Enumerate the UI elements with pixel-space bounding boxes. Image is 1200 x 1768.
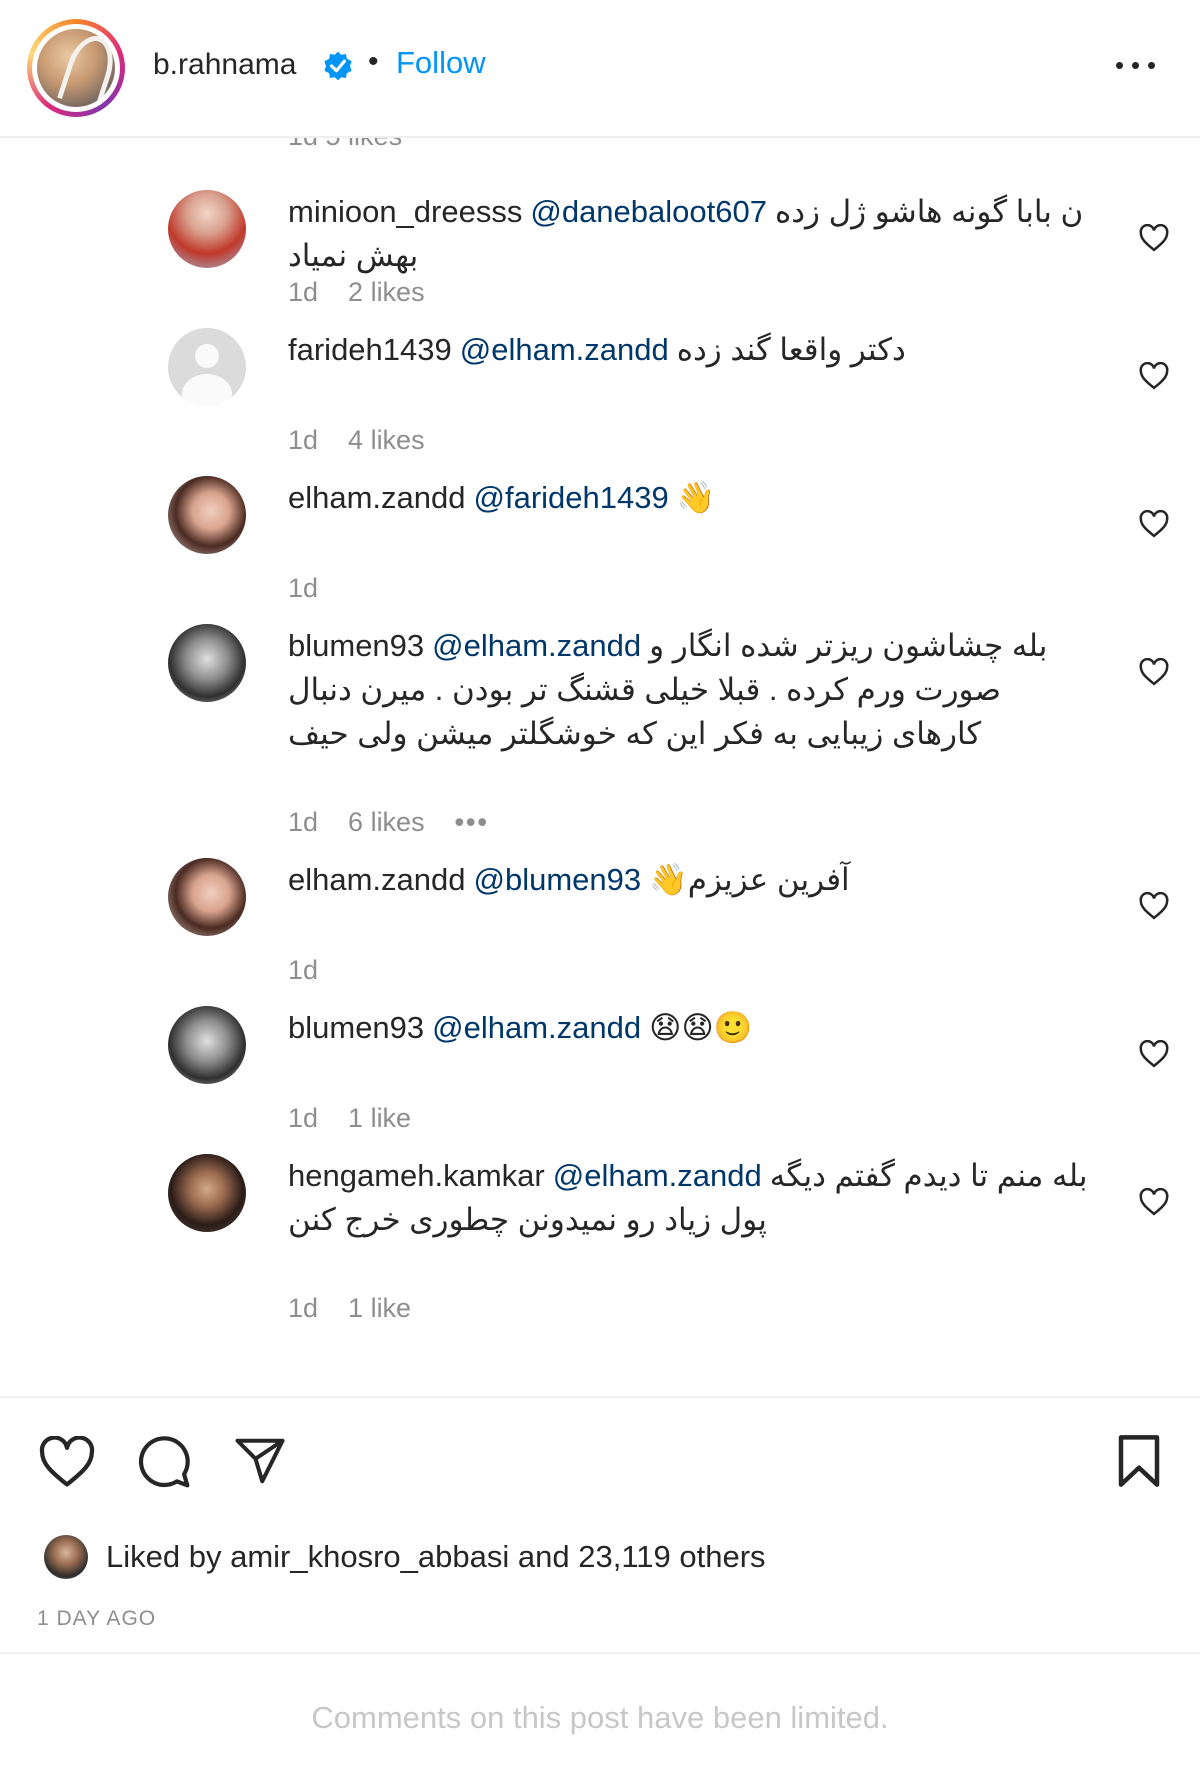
comment-likes[interactable]: 6 likes (348, 807, 425, 837)
comment-time: 1d (288, 425, 319, 455)
comment-body: elham.zandd @blumen93 آفرین عزیزم👋 (288, 858, 1098, 902)
comment-username[interactable]: blumen93 (288, 628, 424, 663)
comment-time: 1d (288, 277, 319, 307)
comment-avatar[interactable] (168, 190, 246, 268)
comment-body: hengameh.kamkar @elham.zandd بله منم تا دی… (288, 1154, 1098, 1242)
comment-meta: 1d 4 likes (288, 424, 455, 456)
comment-mention[interactable]: @elham.zandd (432, 1010, 641, 1045)
comment-mention[interactable]: @elham.zandd (553, 1158, 762, 1193)
more-dot (1132, 62, 1139, 69)
comment-username[interactable]: elham.zandd (288, 862, 466, 897)
comment-avatar[interactable] (168, 328, 246, 406)
profile-avatar[interactable] (27, 19, 125, 117)
comment-text: 👋 (676, 480, 716, 515)
liked-by-connector: and (517, 1539, 570, 1574)
comment-body: farideh1439 @elham.zandd دکتر واقعا گند زد… (288, 328, 1098, 372)
comment-body: elham.zandd @farideh1439 👋 (288, 476, 1098, 520)
divider (0, 1396, 1200, 1398)
heart-icon[interactable] (38, 1436, 96, 1488)
clipped-comment-meta: 1d 5 likes (288, 138, 402, 152)
comment-meta: 1d 1 like (288, 1102, 441, 1134)
bookmark-icon[interactable] (1115, 1434, 1163, 1488)
comments-limited-notice: Comments on this post have been limited. (311, 1700, 889, 1735)
more-dot (1148, 62, 1155, 69)
comment-text: 😧😧🙂 (649, 1010, 753, 1045)
more-dot (1116, 62, 1123, 69)
comment-bubble-icon[interactable] (136, 1434, 192, 1490)
more-options-icon[interactable] (1112, 58, 1158, 74)
comment-avatar[interactable] (168, 858, 246, 936)
comment-body: minioon_dreesss @danebaloot607 ن بابا گونه… (288, 190, 1098, 278)
comment-mention[interactable]: @blumen93 (474, 862, 642, 897)
post-header: b.rahnama • Follow (0, 0, 1200, 138)
comment-time: 1d (288, 1103, 319, 1133)
follow-button[interactable]: Follow (396, 44, 486, 82)
comment-likes[interactable]: 2 likes (348, 277, 425, 307)
comment-avatar[interactable] (168, 1006, 246, 1084)
comment-username[interactable]: hengameh.kamkar (288, 1158, 545, 1193)
comment-likes[interactable]: 4 likes (348, 425, 425, 455)
comment-item: farideh1439 @elham.zandd دکتر واقعا گند زد… (0, 328, 1200, 406)
comment-time: 1d (288, 573, 319, 603)
heart-outline-icon[interactable] (1139, 1040, 1169, 1068)
comment-time: 1d (288, 807, 319, 837)
liked-by-text: Liked by amir_khosro_abbasi and 23,119 o… (106, 1533, 766, 1581)
heart-outline-icon[interactable] (1139, 224, 1169, 252)
comment-mention[interactable]: @elham.zandd (460, 332, 669, 367)
comment-username[interactable]: minioon_dreesss (288, 194, 522, 229)
liker-avatar[interactable] (44, 1535, 88, 1579)
comment-avatar[interactable] (168, 1154, 246, 1232)
header-username[interactable]: b.rahnama (153, 47, 296, 83)
comment-username[interactable]: farideh1439 (288, 332, 452, 367)
comment-text: آفرین عزیزم👋 (649, 862, 850, 897)
comment-meta: 1d 2 likes (288, 276, 455, 308)
comment-meta: 1d 1 like (288, 1292, 441, 1324)
comment-mention[interactable]: @elham.zandd (432, 628, 641, 663)
comment-meta: 1d 6 likes ••• (288, 806, 489, 838)
heart-outline-icon[interactable] (1139, 510, 1169, 538)
comment-username[interactable]: blumen93 (288, 1010, 424, 1045)
comment-likes[interactable]: 1 like (348, 1293, 411, 1323)
header-separator-dot: • (368, 45, 379, 78)
comment-time: 1d (288, 1293, 319, 1323)
avatar-image (37, 29, 115, 107)
heart-outline-icon[interactable] (1139, 658, 1169, 686)
comment-meta: 1d (288, 954, 348, 986)
paper-plane-icon[interactable] (232, 1434, 288, 1488)
liker-username[interactable]: amir_khosro_abbasi (230, 1539, 509, 1574)
comment-text: دکتر واقعا گند زده (676, 332, 906, 367)
liked-by-prefix: Liked by (106, 1539, 222, 1574)
verified-badge-icon (324, 51, 352, 81)
comment-likes[interactable]: 1 like (348, 1103, 411, 1133)
comment-username[interactable]: elham.zandd (288, 480, 466, 515)
comment-options-button[interactable]: ••• (455, 806, 489, 838)
comment-mention[interactable]: @farideh1439 (474, 480, 669, 515)
comment-avatar[interactable] (168, 624, 246, 702)
comments-list[interactable]: 1d 5 likes minioon_dreesss@danebaloot607… (0, 138, 1200, 1396)
heart-outline-icon[interactable] (1139, 362, 1169, 390)
avatar-ring-gap (32, 24, 120, 112)
comment-body: blumen93 @elham.zandd 😧😧🙂 (288, 1006, 1098, 1050)
heart-outline-icon[interactable] (1139, 892, 1169, 920)
liked-by-others[interactable]: 23,119 others (578, 1539, 765, 1574)
divider (0, 1652, 1200, 1654)
comment-mention[interactable]: @danebaloot607 (530, 194, 767, 229)
comment-time: 1d (288, 955, 319, 985)
post-timestamp[interactable]: 1 DAY AGO (37, 1607, 156, 1631)
comment-avatar[interactable] (168, 476, 246, 554)
comment-body: blumen93 @elham.zandd بله چشاشون ریزتر شده… (288, 624, 1098, 756)
comment-meta: 1d (288, 572, 348, 604)
heart-outline-icon[interactable] (1139, 1188, 1169, 1216)
